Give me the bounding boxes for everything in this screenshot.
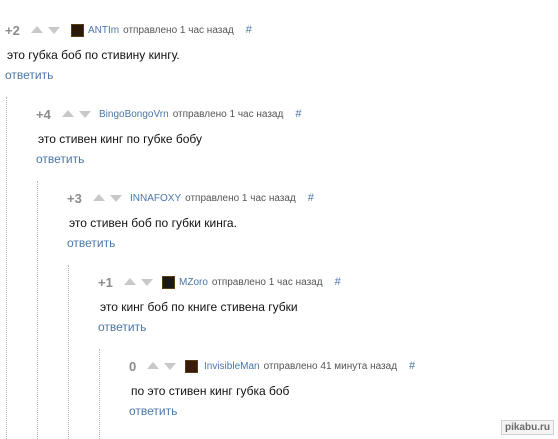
comment-permalink[interactable]: # [246,24,252,36]
comment-header: +1 MZoro отправлено 1 час назад # [98,273,341,291]
comment-text: по это стивен кинг губка боб [131,384,290,398]
comment-author[interactable]: ANTIm [88,25,119,36]
comment: +1 MZoro отправлено 1 час назад # это ки… [98,273,341,335]
comment-author[interactable]: InvisibleMan [204,361,260,372]
comment: +2 ANTIm отправлено 1 час назад # это гу… [5,21,252,83]
comment-timestamp: отправлено 1 час назад [172,108,284,120]
reply-link[interactable]: ответить [98,320,341,334]
comment-text: это стивен кинг по губке бобу [38,132,203,146]
comment-permalink[interactable]: # [409,360,415,372]
downvote-arrow-icon[interactable] [141,279,153,286]
downvote-arrow-icon[interactable] [110,195,122,202]
comment-header: 0 InvisibleMan отправлено 41 минута наза… [129,357,415,375]
thread-line-1 [6,97,7,439]
comment-header: +2 ANTIm отправлено 1 час назад # [5,21,252,39]
thread-line-3 [68,265,69,439]
thread-line-4 [99,349,100,439]
upvote-arrow-icon[interactable] [93,193,105,201]
reply-link[interactable]: ответить [5,68,252,82]
comment: +4 BingoBongoVrn отправлено 1 час назад … [36,105,301,167]
comment-author[interactable]: MZoro [179,277,208,288]
comment: +3 INNAFOXY отправлено 1 час назад # это… [67,189,314,251]
comment-timestamp: отправлено 1 час назад [185,192,296,204]
comment-text: это кинг боб по книге стивена губки [100,300,298,314]
avatar[interactable] [185,359,198,373]
upvote-arrow-icon[interactable] [147,361,159,369]
comment-timestamp: отправлено 1 час назад [123,24,234,36]
comment-permalink[interactable]: # [295,108,301,120]
comment-header: +4 BingoBongoVrn отправлено 1 час назад … [36,105,301,123]
comment-timestamp: отправлено 1 час назад [211,276,323,288]
comment: 0 InvisibleMan отправлено 41 минута наза… [129,357,415,419]
reply-link[interactable]: ответить [129,404,415,418]
comment-text: это стивен боб по губки кинга. [69,216,237,230]
avatar[interactable] [71,23,84,37]
comment-rating: +4 [36,106,51,122]
comment-author[interactable]: INNAFOXY [130,193,181,204]
reply-link[interactable]: ответить [36,152,301,166]
thread-line-2 [37,181,38,439]
downvote-arrow-icon[interactable] [79,111,91,118]
comment-rating: +1 [98,274,113,290]
comment-permalink[interactable]: # [335,276,341,288]
comment-rating: 0 [129,358,137,374]
comment-rating: +3 [67,190,82,206]
upvote-arrow-icon[interactable] [124,277,136,285]
upvote-arrow-icon[interactable] [31,25,43,33]
comment-text: это губка боб по стивину кингу. [7,48,180,62]
comment-timestamp: отправлено 41 минута назад [263,360,398,372]
reply-link[interactable]: ответить [67,236,314,250]
comment-header: +3 INNAFOXY отправлено 1 час назад # [67,189,314,207]
upvote-arrow-icon[interactable] [62,109,74,117]
downvote-arrow-icon[interactable] [164,363,176,370]
comment-author[interactable]: BingoBongoVrn [99,109,169,120]
downvote-arrow-icon[interactable] [48,27,60,34]
avatar[interactable] [162,275,175,289]
site-watermark: pikabu.ru [500,420,554,435]
comment-permalink[interactable]: # [308,192,314,204]
comment-rating: +2 [5,22,20,38]
